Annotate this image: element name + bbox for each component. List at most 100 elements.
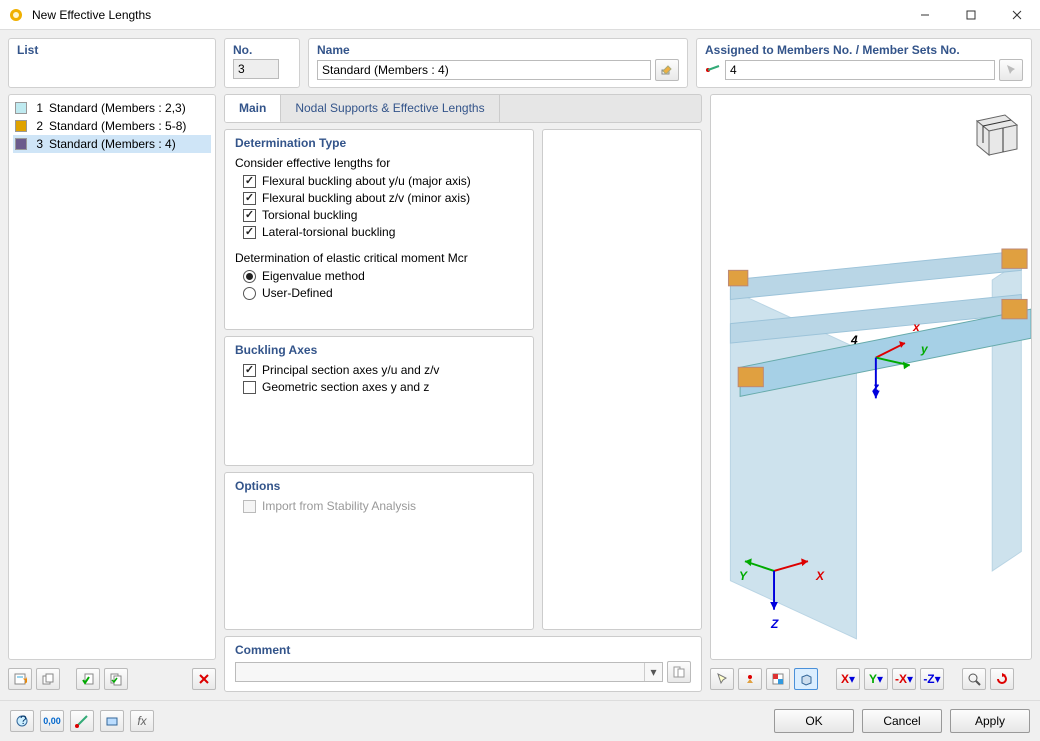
orientation-cube[interactable] — [965, 105, 1021, 161]
preview-3dview-button[interactable] — [794, 668, 818, 690]
title-bar: New Effective Lengths — [0, 0, 1040, 30]
color-swatch — [15, 102, 27, 114]
axis-y-label: y — [921, 342, 928, 356]
mcr-label: Determination of elastic critical moment… — [235, 251, 523, 265]
list-item[interactable]: 3 Standard (Members : 4) — [13, 135, 211, 153]
member-icon — [705, 62, 721, 78]
fx-button[interactable]: fx — [130, 710, 154, 732]
list-item-num: 1 — [33, 101, 43, 115]
delete-item-button[interactable] — [192, 668, 216, 690]
comment-panel: Comment ▾ — [224, 636, 702, 692]
minimize-button[interactable] — [902, 0, 948, 30]
radio-label: Eigenvalue method — [262, 269, 365, 283]
checkbox-flex-z[interactable] — [243, 192, 256, 205]
dialog-button-row: ? 0,00 fx OK Cancel Apply — [0, 700, 1040, 741]
reset-view-button[interactable] — [990, 668, 1014, 690]
list-item-label: Standard (Members : 5-8) — [49, 119, 186, 133]
close-button[interactable] — [994, 0, 1040, 30]
section-title: Determination Type — [235, 136, 523, 150]
checkbox-ltb[interactable] — [243, 226, 256, 239]
app-icon — [8, 7, 24, 23]
copy-item-button[interactable] — [36, 668, 60, 690]
view-z-button[interactable]: -Z▾ — [920, 668, 944, 690]
edit-name-button[interactable] — [655, 59, 679, 81]
preview-color-button[interactable] — [766, 668, 790, 690]
list-item-num: 2 — [33, 119, 43, 133]
checkbox-label: Import from Stability Analysis — [262, 499, 416, 513]
preview-select-button[interactable] — [710, 668, 734, 690]
options-panel: Options Import from Stability Analysis — [224, 472, 534, 630]
maximize-button[interactable] — [948, 0, 994, 30]
list-item-label: Standard (Members : 4) — [49, 137, 176, 151]
global-y-label: Y — [739, 569, 747, 583]
tab-main[interactable]: Main — [225, 95, 281, 123]
checkbox-principal-axes[interactable] — [243, 364, 256, 377]
buckling-axes-panel: Buckling Axes Principal section axes y/u… — [224, 336, 534, 466]
no-group: No. — [224, 38, 300, 88]
member-select-button[interactable] — [70, 710, 94, 732]
axis-x-label: x — [913, 320, 920, 334]
view-x-button[interactable]: X▾ — [836, 668, 860, 690]
checkbox-label: Torsional buckling — [262, 208, 357, 222]
name-group: Name — [308, 38, 688, 88]
assigned-label: Assigned to Members No. / Member Sets No… — [705, 43, 1023, 57]
section-title: Buckling Axes — [235, 343, 523, 357]
no-label: No. — [233, 43, 291, 57]
checkbox-label: Principal section axes y/u and z/v — [262, 363, 439, 377]
assigned-input[interactable] — [725, 60, 995, 80]
comment-edit-button[interactable] — [667, 661, 691, 683]
checkbox-label: Flexural buckling about y/u (major axis) — [262, 174, 471, 188]
checkbox-label: Lateral-torsional buckling — [262, 225, 395, 239]
content-row: 1 Standard (Members : 2,3) 2 Standard (M… — [8, 94, 1032, 692]
chevron-down-icon[interactable]: ▾ — [644, 663, 662, 681]
checkbox-label: Flexural buckling about z/v (minor axis) — [262, 191, 470, 205]
axis-z-label: z — [873, 380, 879, 394]
preview-3d[interactable]: x y z 4 X Y Z — [710, 94, 1032, 660]
include-button[interactable] — [76, 668, 100, 690]
list-box: 1 Standard (Members : 2,3) 2 Standard (M… — [8, 94, 216, 660]
tabs: Main Nodal Supports & Effective Lengths — [224, 94, 702, 123]
view-y-button[interactable]: Y▾ — [864, 668, 888, 690]
help-button[interactable]: ? — [10, 710, 34, 732]
section-title: Options — [235, 479, 523, 493]
list-toolbar: ★ — [8, 666, 216, 692]
svg-text:?: ? — [20, 714, 27, 727]
svg-text:★: ★ — [22, 673, 27, 686]
checkbox-flex-y[interactable] — [243, 175, 256, 188]
member-label: 4 — [851, 333, 858, 347]
preview-support-button[interactable] — [738, 668, 762, 690]
radio-eigenvalue[interactable] — [243, 270, 256, 283]
new-item-button[interactable]: ★ — [8, 668, 32, 690]
preview-toolbar: X▾ Y▾ -X▾ -Z▾ — [710, 666, 1032, 692]
list-item[interactable]: 1 Standard (Members : 2,3) — [13, 99, 211, 117]
no-input[interactable] — [233, 59, 279, 79]
pick-member-button[interactable] — [999, 59, 1023, 81]
checkbox-geometric-axes[interactable] — [243, 381, 256, 394]
name-input[interactable] — [317, 60, 651, 80]
comment-combo[interactable]: ▾ — [235, 662, 663, 682]
blank-panel — [542, 129, 702, 630]
radio-label: User-Defined — [262, 286, 333, 300]
zoom-button[interactable] — [962, 668, 986, 690]
checkbox-import-stability — [243, 500, 256, 513]
name-label: Name — [317, 43, 679, 57]
view-button[interactable] — [100, 710, 124, 732]
list-item-num: 3 — [33, 137, 43, 151]
ok-button[interactable]: OK — [774, 709, 854, 733]
list-item-label: Standard (Members : 2,3) — [49, 101, 186, 115]
units-button[interactable]: 0,00 — [40, 710, 64, 732]
checkbox-torsional[interactable] — [243, 209, 256, 222]
list-item[interactable]: 2 Standard (Members : 5-8) — [13, 117, 211, 135]
cancel-button[interactable]: Cancel — [862, 709, 942, 733]
checkbox-label: Geometric section axes y and z — [262, 380, 429, 394]
tab-nodal-supports[interactable]: Nodal Supports & Effective Lengths — [281, 95, 499, 122]
view-nx-button[interactable]: -X▾ — [892, 668, 916, 690]
apply-button[interactable]: Apply — [950, 709, 1030, 733]
global-z-label: Z — [771, 617, 778, 631]
color-swatch — [15, 138, 27, 150]
include-all-button[interactable] — [104, 668, 128, 690]
radio-user-defined[interactable] — [243, 287, 256, 300]
color-swatch — [15, 120, 27, 132]
assigned-group: Assigned to Members No. / Member Sets No… — [696, 38, 1032, 88]
global-x-label: X — [816, 569, 824, 583]
